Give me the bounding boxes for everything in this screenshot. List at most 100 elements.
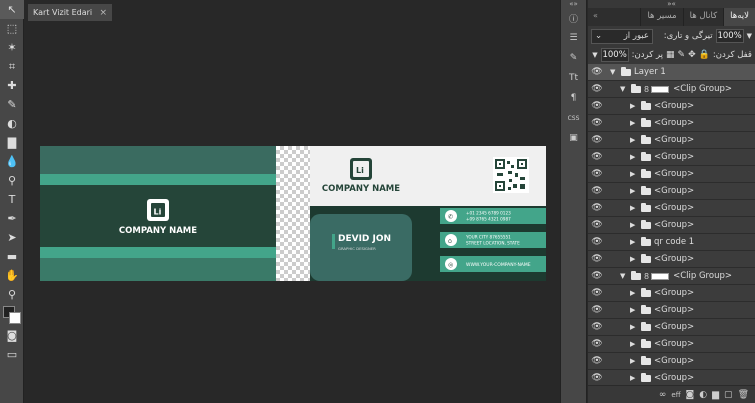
layer-row[interactable]: 👁 ▶ <Group>	[588, 132, 755, 149]
image-icon[interactable]: ▣	[561, 128, 586, 148]
layer-row[interactable]: 👁 ▶ <Group>	[588, 200, 755, 217]
collapsed-arrow-icon[interactable]: ▶	[630, 289, 638, 297]
tab-layers[interactable]: لایه‌ها	[723, 8, 755, 26]
visibility-eye-icon[interactable]: 👁	[588, 373, 606, 383]
visibility-eye-icon[interactable]: 👁	[588, 186, 606, 196]
opacity-input[interactable]: 100%	[715, 29, 744, 43]
opacity-dropdown-icon[interactable]: ▼	[747, 32, 752, 40]
lock-transparency-icon[interactable]: ▦	[666, 50, 675, 60]
visibility-eye-icon[interactable]: 👁	[588, 67, 606, 77]
visibility-eye-icon[interactable]: 👁	[588, 135, 606, 145]
visibility-eye-icon[interactable]: 👁	[588, 305, 606, 315]
collapsed-arrow-icon[interactable]: ▶	[630, 221, 638, 229]
collapsed-arrow-icon[interactable]: ▶	[630, 204, 638, 212]
collapse-arrows-icon[interactable]: «»	[561, 0, 586, 8]
hand-tool-icon[interactable]: ✋	[0, 266, 24, 285]
visibility-eye-icon[interactable]: 👁	[588, 101, 606, 111]
collapsed-arrow-icon[interactable]: ▶	[630, 323, 638, 331]
screen-mode-icon[interactable]: ▭	[0, 345, 24, 364]
visibility-eye-icon[interactable]: 👁	[588, 169, 606, 179]
collapsed-arrow-icon[interactable]: ▶	[630, 153, 638, 161]
panel-collapse-icon[interactable]: »	[588, 8, 603, 26]
effects-icon[interactable]: eff	[671, 391, 680, 399]
adjustments-icon[interactable]: ☰	[561, 28, 586, 48]
layer-row[interactable]: 👁 ▶ <Group>	[588, 149, 755, 166]
brush-settings-icon[interactable]: ✎	[561, 48, 586, 68]
paragraph-icon[interactable]: ¶	[561, 88, 586, 108]
crop-tool-icon[interactable]: ⌗	[0, 57, 24, 76]
visibility-eye-icon[interactable]: 👁	[588, 288, 606, 298]
visibility-eye-icon[interactable]: 👁	[588, 339, 606, 349]
new-layer-icon[interactable]: ▢	[724, 390, 733, 400]
collapsed-arrow-icon[interactable]: ▶	[630, 187, 638, 195]
visibility-eye-icon[interactable]: 👁	[588, 84, 606, 94]
visibility-eye-icon[interactable]: 👁	[588, 237, 606, 247]
collapsed-arrow-icon[interactable]: ▶	[630, 170, 638, 178]
collapsed-arrow-icon[interactable]: ▶	[630, 102, 638, 110]
delete-layer-icon[interactable]: 🗑	[738, 390, 749, 400]
visibility-eye-icon[interactable]: 👁	[588, 118, 606, 128]
quick-mask-icon[interactable]: ◙	[0, 326, 24, 345]
expanded-arrow-icon[interactable]: ▼	[610, 68, 618, 76]
layer-row[interactable]: 👁 ▼ 8 <Clip Group>	[588, 81, 755, 98]
collapsed-arrow-icon[interactable]: ▶	[630, 357, 638, 365]
lock-pixels-icon[interactable]: ✎	[678, 50, 686, 60]
layer-row[interactable]: 👁 ▶ <Group>	[588, 166, 755, 183]
shape-tool-icon[interactable]: ▬	[0, 247, 24, 266]
fill-dropdown-icon[interactable]: ▼	[592, 51, 597, 59]
new-group-icon[interactable]: ▆	[712, 390, 719, 400]
expanded-arrow-icon[interactable]: ▼	[620, 85, 628, 93]
dodge-tool-icon[interactable]: ⚲	[0, 171, 24, 190]
document-tab[interactable]: Kart Vizit Edari ×	[28, 4, 112, 21]
tab-channels[interactable]: کانال ها	[682, 8, 724, 26]
color-swatches[interactable]	[0, 304, 24, 326]
type-tool-icon[interactable]: T	[0, 190, 24, 209]
collapsed-arrow-icon[interactable]: ▶	[630, 238, 638, 246]
info-icon[interactable]: ⓘ	[561, 8, 586, 28]
layer-row[interactable]: 👁 ▶ <Group>	[588, 285, 755, 302]
marquee-tool-icon[interactable]: ⬚	[0, 19, 24, 38]
collapsed-arrow-icon[interactable]: ▶	[630, 306, 638, 314]
brush-tool-icon[interactable]: ✎	[0, 95, 24, 114]
layer-row[interactable]: 👁 ▶ qr code 1	[588, 234, 755, 251]
move-tool-icon[interactable]: ↖	[0, 0, 24, 19]
layer-row[interactable]: 👁 ▶ <Group>	[588, 370, 755, 385]
visibility-eye-icon[interactable]: 👁	[588, 203, 606, 213]
path-select-icon[interactable]: ➤	[0, 228, 24, 247]
layer-row[interactable]: 👁 ▶ <Group>	[588, 115, 755, 132]
gradient-tool-icon[interactable]: ▇	[0, 133, 24, 152]
visibility-eye-icon[interactable]: 👁	[588, 322, 606, 332]
close-tab-icon[interactable]: ×	[99, 8, 107, 18]
visibility-eye-icon[interactable]: 👁	[588, 220, 606, 230]
canvas[interactable]: Li COMPANY NAME Li COMPANY NAME DEVID JO…	[40, 146, 546, 281]
expanded-arrow-icon[interactable]: ▼	[620, 272, 628, 280]
tab-paths[interactable]: مسیر ها	[640, 8, 682, 26]
collapsed-arrow-icon[interactable]: ▶	[630, 374, 638, 382]
mask-icon[interactable]: ◙	[686, 390, 695, 400]
collapsed-arrow-icon[interactable]: ▶	[630, 136, 638, 144]
fill-input[interactable]: 100%	[600, 48, 629, 62]
layer-row[interactable]: 👁 ▶ <Group>	[588, 302, 755, 319]
lock-position-icon[interactable]: ✥	[688, 50, 696, 60]
eraser-tool-icon[interactable]: ◐	[0, 114, 24, 133]
pen-tool-icon[interactable]: ✒	[0, 209, 24, 228]
collapsed-arrow-icon[interactable]: ▶	[630, 340, 638, 348]
layer-row[interactable]: 👁 ▶ <Group>	[588, 336, 755, 353]
background-color[interactable]	[9, 312, 21, 324]
magic-wand-icon[interactable]: ✶	[0, 38, 24, 57]
layer-row[interactable]: 👁 ▶ <Group>	[588, 353, 755, 370]
zoom-tool-icon[interactable]: ⚲	[0, 285, 24, 304]
layer-row[interactable]: 👁 ▼ Layer 1	[588, 64, 755, 81]
css-icon[interactable]: CSS	[561, 108, 586, 128]
layer-row[interactable]: 👁 ▶ <Group>	[588, 98, 755, 115]
visibility-eye-icon[interactable]: 👁	[588, 254, 606, 264]
visibility-eye-icon[interactable]: 👁	[588, 271, 606, 281]
link-layers-icon[interactable]: ∞	[659, 390, 667, 400]
character-icon[interactable]: Tt	[561, 68, 586, 88]
layer-row[interactable]: 👁 ▶ <Group>	[588, 217, 755, 234]
visibility-eye-icon[interactable]: 👁	[588, 152, 606, 162]
heal-tool-icon[interactable]: ✚	[0, 76, 24, 95]
collapsed-arrow-icon[interactable]: ▶	[630, 255, 638, 263]
lock-all-icon[interactable]: 🔒	[699, 50, 710, 60]
layer-row[interactable]: 👁 ▶ <Group>	[588, 183, 755, 200]
